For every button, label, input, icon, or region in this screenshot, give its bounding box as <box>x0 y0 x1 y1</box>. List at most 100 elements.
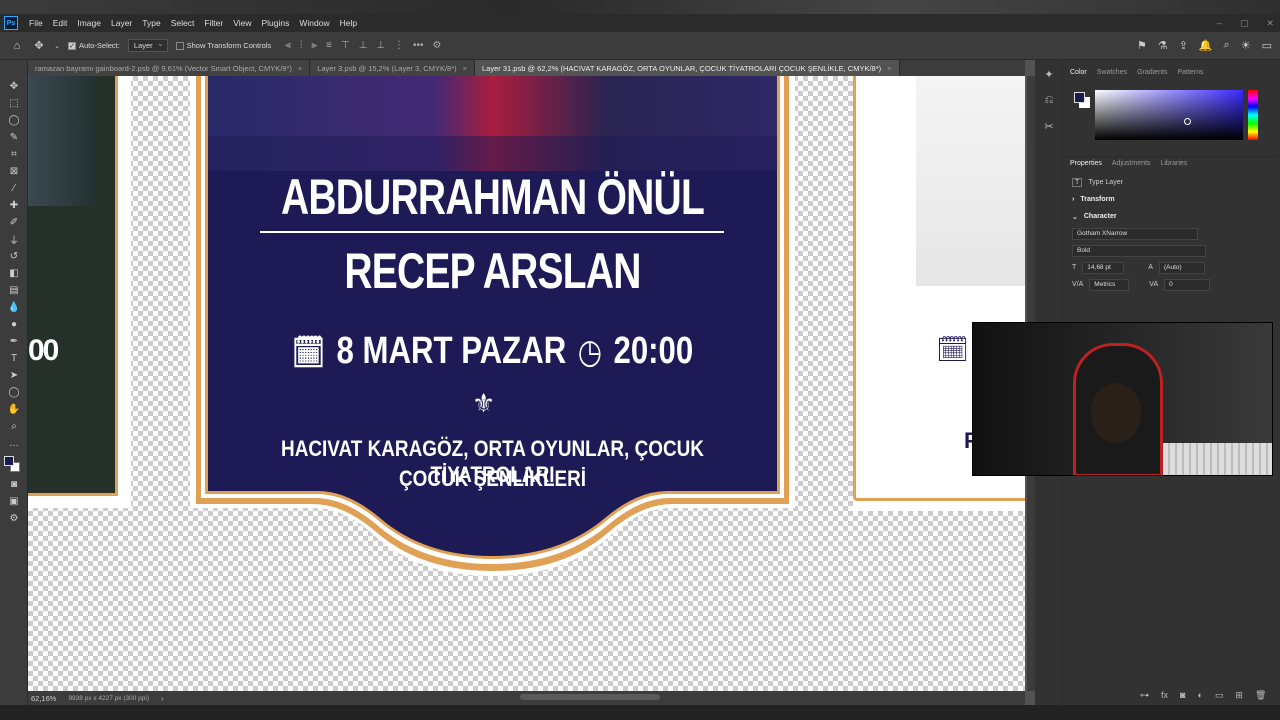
align-top-icon[interactable]: ⊤ <box>341 40 350 51</box>
share-icon[interactable]: ⇪ <box>1179 39 1188 52</box>
hue-slider[interactable] <box>1248 90 1258 140</box>
stamp-tool-icon[interactable]: ⏚ <box>0 231 28 248</box>
blur-tool-icon[interactable]: 💧 <box>0 299 28 316</box>
history-brush-tool-icon[interactable]: ↺ <box>0 248 28 265</box>
auto-select-target-dropdown[interactable]: Layer <box>127 39 168 52</box>
character-section[interactable]: ⌄ Character <box>1064 208 1278 225</box>
tab-libraries[interactable]: Libraries <box>1160 160 1187 167</box>
font-style-select[interactable]: Bold <box>1072 244 1206 257</box>
chevron-down-icon[interactable]: ⌄ <box>54 39 60 53</box>
tab-color[interactable]: Color <box>1070 69 1087 76</box>
poster-subtitle-line-2[interactable]: ÇOCUK ŞENLİKLERİ <box>232 466 752 492</box>
distribute-vertical-icon[interactable]: ⋮ <box>394 40 404 51</box>
notifications-bell-icon[interactable]: 🔔 <box>1199 39 1213 52</box>
menu-window[interactable]: Window <box>294 18 334 28</box>
menu-help[interactable]: Help <box>335 18 362 28</box>
tools-icon[interactable]: ✂ <box>1035 114 1063 138</box>
close-tab-icon[interactable]: × <box>463 64 467 73</box>
poster-date-line[interactable]: 🗓 8 MART PAZAR ◷ 20:00 <box>244 330 740 373</box>
pen-tool-icon[interactable]: ✒ <box>0 333 28 350</box>
zoom-level[interactable]: 62,16% <box>31 694 56 703</box>
close-icon[interactable]: ✕ <box>1266 18 1274 29</box>
marquee-tool-icon[interactable]: ⬚ <box>0 95 28 112</box>
home-icon[interactable]: ⌂ <box>10 39 24 53</box>
mask-icon[interactable]: ◙ <box>1180 690 1185 701</box>
shape-tool-icon[interactable]: ◯ <box>0 384 28 401</box>
new-layer-icon[interactable]: ⊞ <box>1235 690 1243 701</box>
show-transform-checkbox[interactable]: Show Transform Controls <box>175 41 271 50</box>
photoshop-logo-icon[interactable]: Ps <box>4 16 18 30</box>
menu-file[interactable]: File <box>24 18 48 28</box>
tab-patterns[interactable]: Patterns <box>1177 69 1203 76</box>
align-center-icon[interactable]: ⫶ <box>300 40 303 51</box>
align-middle-icon[interactable]: ⊥ <box>359 40 368 51</box>
color-foreground-chip[interactable] <box>1074 92 1085 103</box>
eraser-tool-icon[interactable]: ◧ <box>0 265 28 282</box>
history-icon[interactable]: ⎌ <box>1035 88 1063 112</box>
move-tool-icon[interactable]: ✥ <box>0 78 28 95</box>
tab-swatches[interactable]: Swatches <box>1097 69 1127 76</box>
horizontal-scrollbar[interactable] <box>520 694 660 700</box>
3d-mode-icon[interactable]: ⚑ <box>1137 39 1147 52</box>
generative-fill-icon[interactable]: ✦ <box>1035 62 1063 86</box>
transform-section[interactable]: › Transform <box>1064 191 1278 208</box>
menu-plugins[interactable]: Plugins <box>256 18 294 28</box>
healing-brush-tool-icon[interactable]: ✚ <box>0 197 28 214</box>
brush-tool-icon[interactable]: ✐ <box>0 214 28 231</box>
leading-field[interactable]: (Auto) <box>1158 261 1205 274</box>
tab-properties[interactable]: Properties <box>1070 160 1102 167</box>
menu-filter[interactable]: Filter <box>199 18 228 28</box>
font-size-field[interactable]: 14,68 pt <box>1082 261 1125 274</box>
menu-layer[interactable]: Layer <box>106 18 137 28</box>
more-options-icon[interactable]: ••• <box>413 40 424 51</box>
distribute-icon[interactable]: ≡ <box>326 40 332 51</box>
align-left-icon[interactable]: ⫷ <box>285 40 291 51</box>
poster-name-1[interactable]: ABDURRAHMAN ÖNÜL <box>257 168 729 226</box>
menu-select[interactable]: Select <box>166 18 200 28</box>
frame-tool-icon[interactable]: ⊠ <box>0 163 28 180</box>
poster-name-2[interactable]: RECEP ARSLAN <box>257 242 729 300</box>
zoom-tool-icon[interactable]: ⌕ <box>0 418 28 435</box>
link-icon[interactable]: ⊶ <box>1140 690 1149 701</box>
maximize-icon[interactable]: ▢ <box>1240 18 1249 29</box>
menu-type[interactable]: Type <box>137 18 165 28</box>
status-chevron-icon[interactable]: › <box>161 694 164 703</box>
align-bottom-icon[interactable]: ⊥ <box>376 40 385 51</box>
gradient-tool-icon[interactable]: ▤ <box>0 282 28 299</box>
dodge-tool-icon[interactable]: ● <box>0 316 28 333</box>
search-icon[interactable]: ⌕ <box>1224 39 1230 52</box>
menu-image[interactable]: Image <box>72 18 106 28</box>
folder-icon[interactable]: ▭ <box>1215 690 1224 701</box>
close-tab-icon[interactable]: × <box>887 64 891 73</box>
foreground-background-swatch[interactable] <box>0 452 28 476</box>
path-select-tool-icon[interactable]: ➤ <box>0 367 28 384</box>
minimize-icon[interactable]: – <box>1217 18 1222 28</box>
type-tool-icon[interactable]: T <box>0 350 28 367</box>
adjustment-icon[interactable]: ◐ <box>1197 690 1202 701</box>
color-field[interactable] <box>1095 90 1243 140</box>
color-picker-ring[interactable] <box>1184 118 1191 125</box>
tab-document-3[interactable]: Layer 31.psb @ 62,2% (HACIVAT KARAGÖZ, O… <box>475 60 900 76</box>
fx-icon[interactable]: fx <box>1161 690 1168 701</box>
workspace-icon[interactable]: ▭ <box>1262 39 1272 52</box>
edit-toolbar-icon[interactable]: … <box>0 435 28 452</box>
document-canvas[interactable]: 00 🗓 P <box>28 76 1025 691</box>
tab-gradients[interactable]: Gradients <box>1137 69 1167 76</box>
auto-select-checkbox[interactable]: ✓ Auto-Select: <box>68 41 120 50</box>
close-tab-icon[interactable]: × <box>298 64 302 73</box>
move-tool-icon[interactable]: ✥ <box>32 39 46 53</box>
generative-icon[interactable]: ⚙ <box>0 510 28 527</box>
quick-select-tool-icon[interactable]: ✎ <box>0 129 28 146</box>
menu-view[interactable]: View <box>228 18 256 28</box>
tab-document-2[interactable]: Layer 3.psb @ 15,2% (Layer 3, CMYK/8*) × <box>310 60 476 76</box>
tab-document-1[interactable]: ramazan bayramı gainboard-2.psb @ 9,61% … <box>28 60 311 76</box>
eyedropper-tool-icon[interactable]: ⁄ <box>0 180 28 197</box>
settings-gear-icon[interactable]: ⚙ <box>433 40 442 51</box>
discover-icon[interactable]: ☀ <box>1241 39 1251 52</box>
screen-mode-icon[interactable]: ▣ <box>0 493 28 510</box>
lasso-tool-icon[interactable]: ◯ <box>0 112 28 129</box>
crop-tool-icon[interactable]: ⌗ <box>0 146 28 163</box>
hand-tool-icon[interactable]: ✋ <box>0 401 28 418</box>
trash-icon[interactable]: 🗑 <box>1255 690 1266 701</box>
menu-edit[interactable]: Edit <box>48 18 73 28</box>
